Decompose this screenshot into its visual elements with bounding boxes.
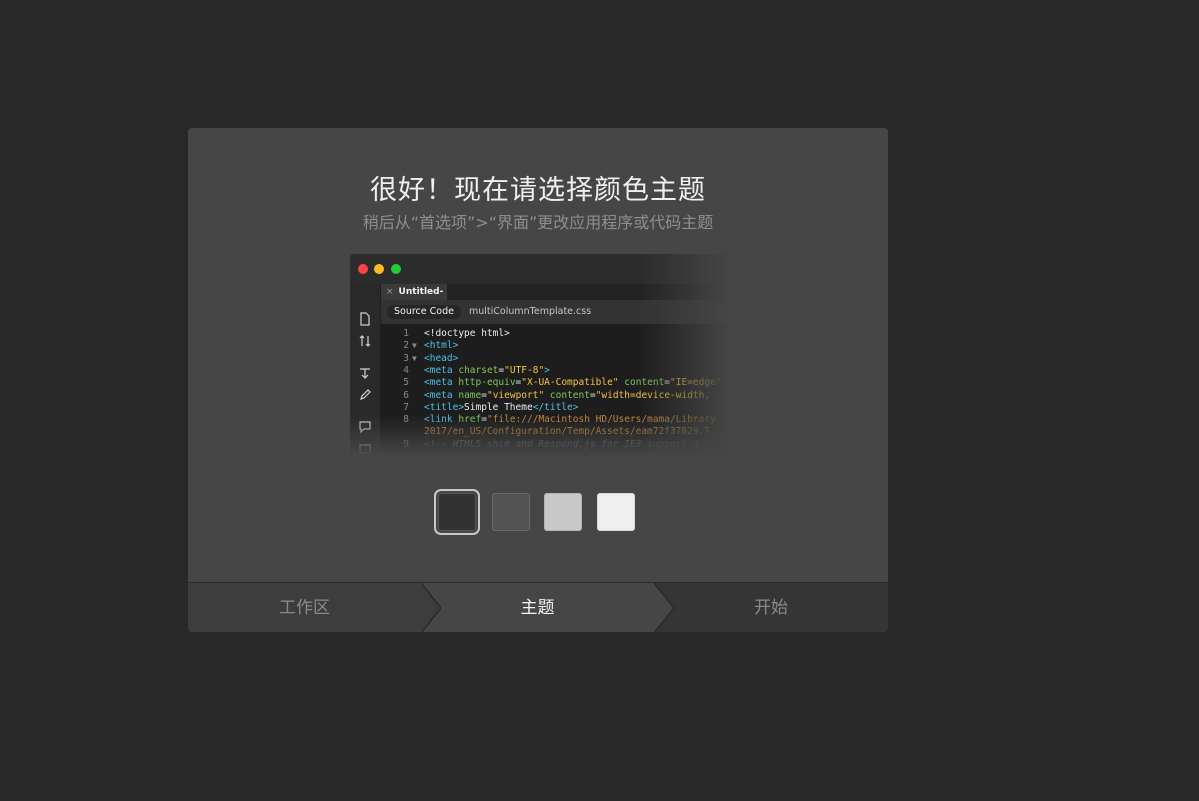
theme-swatch-dark[interactable]	[492, 493, 530, 531]
source-code-subtab: Source Code	[387, 305, 461, 319]
related-file-subtab: multiColumnTemplate.css	[469, 306, 592, 317]
fold-arrow-icon: ▼	[412, 341, 417, 351]
code-text: <meta http-equiv="X-UA-Compatible" conte…	[424, 377, 722, 389]
code-line: 8 <link href="file:///Macintosh HD/Users/…	[381, 414, 730, 426]
code-editor: 1 <!doctype html> 2 ▼ <html> 3 ▼ <head> 4 <meta c…	[381, 324, 730, 456]
maximize-dot-icon	[391, 264, 401, 274]
code-text: <meta charset="UTF-8">	[424, 364, 550, 376]
image-icon	[359, 444, 371, 454]
code-line: 4 <meta charset="UTF-8">	[381, 365, 730, 377]
code-text: <meta name="viewport" content="width=dev…	[424, 389, 711, 401]
fold-arrow-icon: ▼	[412, 353, 417, 363]
tab-close-icon: ×	[386, 287, 394, 297]
theme-picker-dialog: 很好！现在请选择颜色主题 稍后从“首选项”>“界面”更改应用程序或代码主题 × U…	[188, 128, 888, 632]
line-number: 4	[403, 364, 409, 376]
sort-icon	[359, 335, 371, 347]
step-workspace[interactable]: 工作区	[188, 583, 421, 632]
code-line: 2017/en_US/Configuration/Temp/Assets/eam…	[381, 426, 730, 438]
step-start[interactable]: 开始	[654, 583, 888, 632]
step-chevron-icon	[654, 583, 674, 632]
code-text: <!doctype html>	[424, 328, 510, 339]
file-icon	[360, 312, 370, 326]
preview-subtabbar: Source Code multiColumnTemplate.css	[381, 300, 730, 324]
code-text: <!-- HTML5 shim and Respond.js for IE8 s…	[424, 438, 699, 450]
theme-swatch-darkest[interactable]	[434, 489, 480, 535]
code-text: <link href="file:///Macintosh HD/Users/m…	[424, 414, 716, 426]
preview-titlebar	[350, 254, 730, 284]
preview-toolbar	[350, 284, 381, 456]
step-theme[interactable]: 主题	[421, 583, 654, 632]
theme-swatch-light[interactable]	[544, 493, 582, 531]
dialog-subtitle: 稍后从“首选项”>“界面”更改应用程序或代码主题	[362, 213, 714, 232]
code-line: 5 <meta http-equiv="X-UA-Compatible" cont…	[381, 377, 730, 389]
line-number: 8	[403, 414, 409, 426]
dialog-title: 很好！现在请选择颜色主题	[370, 175, 706, 206]
theme-swatch-lightest[interactable]	[597, 493, 635, 531]
code-text: <title>Simple Theme</title>	[424, 401, 579, 413]
code-line: 6 <meta name="viewport" content="width=de…	[381, 390, 730, 402]
line-number: 7	[403, 401, 409, 413]
code-line: 3 ▼ <head>	[381, 353, 730, 365]
code-text: <head>	[424, 352, 459, 364]
theme-preview: ×Untitled-1 Source Code multiColumnTempl…	[350, 254, 730, 456]
code-text: <html>	[424, 340, 459, 352]
code-line: 2 ▼ <html>	[381, 340, 730, 352]
line-number: 6	[403, 389, 409, 401]
code-line: 7 <title>Simple Theme</title>	[381, 402, 730, 414]
line-number: 9	[403, 438, 409, 450]
code-line: 9 <!-- HTML5 shim and Respond.js for IE8 …	[381, 439, 730, 451]
step-chevron-icon	[421, 583, 441, 632]
code-text: 2017/en_US/Configuration/Temp/Assets/eam…	[424, 426, 710, 438]
preview-tabbar: ×Untitled-1	[381, 284, 730, 313]
code-line: 1 <!doctype html>	[381, 328, 730, 340]
comment-icon	[359, 421, 371, 434]
setup-steps: 工作区 主题 开始	[188, 582, 888, 632]
close-dot-icon	[358, 264, 368, 274]
pen-icon	[360, 389, 371, 400]
transform-icon	[360, 368, 370, 379]
line-number: 5	[403, 377, 409, 389]
minimize-dot-icon	[374, 264, 384, 274]
document-tab: ×Untitled-1	[381, 284, 447, 313]
line-number: 2	[403, 340, 409, 352]
line-number: 1	[403, 328, 409, 339]
line-number: 3	[403, 352, 409, 364]
